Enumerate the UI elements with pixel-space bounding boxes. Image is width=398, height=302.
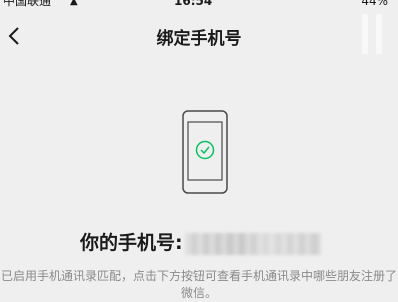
nav-decoration (376, 14, 382, 54)
battery-level: 44% (361, 0, 388, 8)
wifi-icon: ▲ (70, 0, 78, 7)
masked-phone-number (184, 232, 321, 255)
nav-bar: 绑定手机号 (0, 14, 398, 58)
page-title: 绑定手机号 (156, 29, 242, 49)
phone-check-icon (182, 110, 228, 194)
status-time: 16:54 (174, 0, 213, 8)
nav-decoration (362, 14, 368, 54)
carrier-label: 中国联通 (3, 0, 52, 8)
contact-match-description: 已启用手机通讯录匹配，点击下方按钮可查看手机通讯录中哪些朋友注册了微信。 (0, 269, 397, 300)
status-bar: 中国联通 ▲ 16:54 44% (0, 0, 398, 8)
phone-number-row: 你的手机号: (80, 228, 321, 255)
phone-number-label: 你的手机号: (80, 232, 183, 254)
